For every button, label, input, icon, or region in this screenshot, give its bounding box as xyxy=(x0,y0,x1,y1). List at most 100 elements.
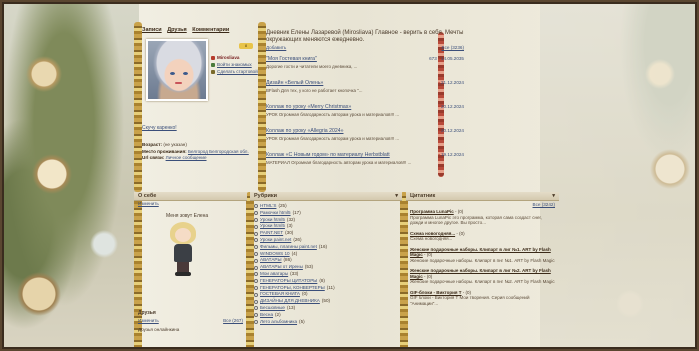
category-label[interactable]: Мои аватары xyxy=(260,271,288,278)
mood-text[interactable]: Скучу каренко! xyxy=(142,125,177,131)
expand-icon[interactable] xyxy=(254,211,258,216)
profile-panel: Записи Друзья Комментарии 8 Mirosliava В… xyxy=(142,26,259,186)
tab-comments[interactable]: Комментарии xyxy=(192,27,229,33)
quote-body: Женские подарочные наборы. Клипарт в пнг… xyxy=(410,257,555,263)
tab-posts[interactable]: Записи xyxy=(142,27,162,33)
category-item[interactable]: Бесшовные (13) xyxy=(254,305,398,312)
avatar-eye xyxy=(183,72,188,75)
user-action-row[interactable]: Сделать стартовой xyxy=(211,68,259,75)
quote-title[interactable]: Схема новогодняя... xyxy=(410,231,455,236)
category-item[interactable]: Лето альбомника (5) xyxy=(254,319,398,326)
expand-icon[interactable] xyxy=(254,251,258,256)
friends-edit-link[interactable]: Изменить xyxy=(138,318,159,323)
expand-icon[interactable] xyxy=(254,279,258,284)
post-item: "Моя Гостевая книга" Дорогие гости и чита… xyxy=(266,56,464,74)
category-item[interactable]: Мои аватары (33) xyxy=(254,271,398,278)
tab-friends[interactable]: Друзья xyxy=(167,27,187,33)
category-item[interactable]: АВАТАРЫ (86) xyxy=(254,257,398,264)
expand-icon[interactable] xyxy=(254,217,258,222)
category-item[interactable]: Рамочки html5 (17) xyxy=(254,210,398,217)
category-label[interactable]: Лето альбомника xyxy=(260,319,297,326)
post-title[interactable]: Коллаж «С Новым годом» по материалу Herb… xyxy=(266,152,464,158)
category-label[interactable]: ГЕНЕРАТОРЫ ЦИТАТОРЫ xyxy=(260,278,317,285)
all-posts-link[interactable]: Все (3236) xyxy=(442,45,464,50)
category-item[interactable]: Уроки html5 (3) xyxy=(254,223,398,230)
category-label[interactable]: Уроки html5 xyxy=(260,217,285,224)
post-date[interactable]: ▪ 19.12.2024 xyxy=(438,152,464,157)
avatar[interactable] xyxy=(146,39,208,101)
quote-title[interactable]: Программа LunaPic xyxy=(410,209,454,214)
category-label[interactable]: ГЕНЕРАТОРЫ, КОНВЕРТЕРЫ xyxy=(260,285,325,292)
expand-icon[interactable] xyxy=(254,265,258,270)
user-action-row[interactable]: Mirosliava xyxy=(211,54,259,61)
expand-icon[interactable] xyxy=(254,285,258,290)
quote-title[interactable]: GIF-блоки - Виктория Т xyxy=(410,290,462,295)
about-header: О себе xyxy=(134,192,247,201)
category-item[interactable]: ДИЗАЙНЫ ДЛЯ ДНЕВНИКА (50) xyxy=(254,298,398,305)
category-list: HTML'S (25) Рамочки html5 (17) Уроки html5 (3… xyxy=(250,201,402,327)
make-start-link[interactable]: Сделать стартовой xyxy=(217,68,258,75)
category-item[interactable]: Весна (2) xyxy=(254,312,398,319)
expand-icon[interactable] xyxy=(254,238,258,243)
category-count: (33) xyxy=(290,270,299,276)
expand-icon[interactable] xyxy=(254,292,258,297)
category-item[interactable]: Уроки html5 (32) xyxy=(254,217,398,224)
post-date[interactable]: ▪ 21.12.2024 xyxy=(438,80,464,85)
diary-subbar: Добавить Все (3236) xyxy=(266,45,464,50)
info-contact: Url связи: Личное сообщение xyxy=(142,155,207,160)
post-title[interactable]: Коллаж по уроку «Allegria 2024» xyxy=(266,128,464,134)
category-item[interactable]: PAINT.NET (30) xyxy=(254,230,398,237)
add-friends-link[interactable]: Войти знакомых xyxy=(217,61,252,68)
post-description: УРОК Огромная благодарность авторам урок… xyxy=(266,112,400,117)
quote-body: GIF блоки - Виктория Т Мои творения. Сер… xyxy=(410,295,530,306)
expand-icon[interactable] xyxy=(254,272,258,277)
post-date[interactable]: ▪ 20.12.2024 xyxy=(438,128,464,133)
calendar-icon: ▪ xyxy=(438,104,440,109)
expand-icon[interactable] xyxy=(254,224,258,229)
category-label[interactable]: HTML'S xyxy=(260,203,276,210)
expand-icon[interactable] xyxy=(254,245,258,250)
category-item[interactable]: HTML'S (25) xyxy=(254,203,398,210)
expand-icon[interactable] xyxy=(254,313,258,318)
category-label[interactable]: PAINT.NET xyxy=(260,230,283,237)
category-item[interactable]: ГЕНЕРАТОРЫ, КОНВЕРТЕРЫ (11) xyxy=(254,285,398,292)
expand-icon[interactable] xyxy=(254,299,258,304)
post-title[interactable]: Коллаж по уроку «Merry Christmas» xyxy=(266,104,464,110)
category-item[interactable]: АВАТАРЫ от Ирены (53) xyxy=(254,264,398,271)
expand-icon[interactable] xyxy=(254,319,258,324)
chevron-down-icon[interactable]: ▾ xyxy=(552,192,555,200)
category-label[interactable]: Весна xyxy=(260,312,273,319)
friends-all-link[interactable]: Все (267) xyxy=(223,318,243,323)
quote-body: Схема новогодняя... xyxy=(410,236,453,241)
chevron-down-icon[interactable]: ▾ xyxy=(395,192,398,200)
category-label[interactable]: Уроки paint.net xyxy=(260,237,291,244)
expand-icon[interactable] xyxy=(254,306,258,311)
quotes-all-link[interactable]: Все (3242) xyxy=(533,202,555,207)
category-label[interactable]: WINDOWS 10 xyxy=(260,251,290,258)
category-label[interactable]: Рамочки html5 xyxy=(260,210,291,217)
category-item[interactable]: ГЕНЕРАТОРЫ ЦИТАТОРЫ (8) xyxy=(254,278,398,285)
category-label[interactable]: Фильмы, плагины paint.net xyxy=(260,244,317,251)
category-label[interactable]: Бесшовные xyxy=(260,305,285,312)
category-item[interactable]: Фильмы, плагины paint.net (16) xyxy=(254,244,398,251)
post-date[interactable]: ▪ 20.12.2024 xyxy=(438,104,464,109)
quote-meta: - (0) xyxy=(461,289,472,295)
category-count: (30) xyxy=(285,230,294,236)
category-label[interactable]: Уроки html5 xyxy=(260,223,285,230)
category-item[interactable]: WINDOWS 10 (4) xyxy=(254,251,398,258)
category-count: (3) xyxy=(286,223,293,229)
expand-icon[interactable] xyxy=(254,231,258,236)
post-date[interactable]: 673 ▪ 14.05.2035 xyxy=(429,56,464,61)
post-title[interactable]: Дизайн «Белый Олень» xyxy=(266,80,464,86)
category-label[interactable]: АВАТАРЫ xyxy=(260,257,282,264)
add-post-link[interactable]: Добавить xyxy=(266,45,286,50)
category-label[interactable]: ДИЗАЙНЫ ДЛЯ ДНЕВНИКА xyxy=(260,298,320,305)
person-icon xyxy=(211,55,215,60)
expand-icon[interactable] xyxy=(254,204,258,209)
category-item[interactable]: Уроки paint.net (26) xyxy=(254,237,398,244)
expand-icon[interactable] xyxy=(254,258,258,263)
category-label[interactable]: АВАТАРЫ от Ирены xyxy=(260,264,303,271)
category-count: (8) xyxy=(319,277,325,283)
user-action-row[interactable]: Войти знакомых xyxy=(211,61,259,68)
about-edit-link[interactable]: Изменить xyxy=(134,201,247,206)
